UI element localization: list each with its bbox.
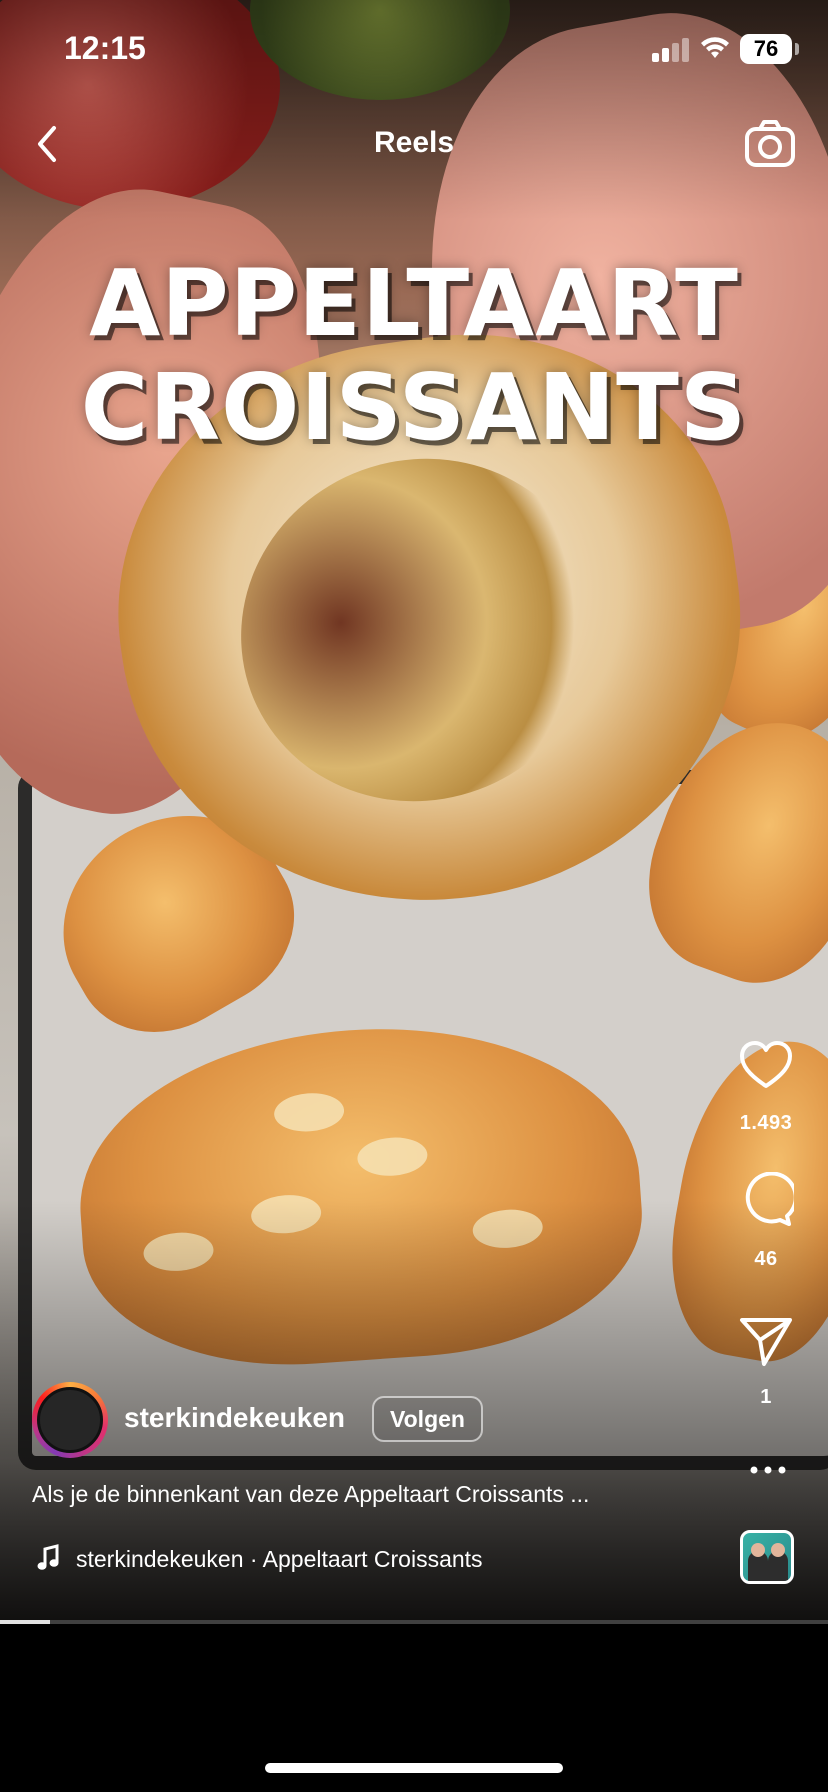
avatar[interactable] xyxy=(37,1387,103,1453)
video-overlay-title-line2: CROISSANTS xyxy=(80,354,748,461)
video-almond xyxy=(272,1090,346,1134)
battery-tip xyxy=(795,43,799,55)
reel-caption[interactable]: Als je de binnenkant van deze Appeltaart… xyxy=(32,1481,672,1508)
heart-icon[interactable] xyxy=(738,1038,794,1094)
video-overlay-title-line1: APPELTAART xyxy=(89,250,739,357)
page-title: Reels xyxy=(373,126,455,159)
more-icon[interactable] xyxy=(748,1460,788,1480)
home-indicator[interactable] xyxy=(265,1763,563,1773)
battery-icon: 76 xyxy=(740,34,792,64)
comment-icon[interactable] xyxy=(738,1172,794,1228)
audio-thumbnail[interactable] xyxy=(740,1530,794,1584)
video-progress-fill xyxy=(0,1620,50,1624)
shares-count: 1 xyxy=(760,1386,772,1408)
likes-count: 1.493 xyxy=(739,1112,793,1134)
wifi-icon xyxy=(701,37,729,58)
status-time: 12:15 xyxy=(64,30,146,66)
audio-track-label[interactable]: sterkindekeuken · Appeltaart Croissants xyxy=(76,1546,483,1573)
status-bar: 12:15 76 xyxy=(0,0,828,100)
cellular-signal-icon xyxy=(652,36,690,62)
reel-video[interactable]: APPELTAART CROISSANTS xyxy=(0,0,828,1620)
follow-button[interactable]: Volgen xyxy=(372,1396,483,1442)
music-note-icon xyxy=(37,1544,59,1570)
comments-count: 46 xyxy=(754,1248,778,1270)
camera-icon[interactable] xyxy=(744,118,796,170)
share-icon[interactable] xyxy=(738,1312,794,1368)
video-almond xyxy=(356,1135,429,1179)
video-progress-bar[interactable] xyxy=(0,1620,828,1624)
author-username[interactable]: sterkindekeuken xyxy=(124,1402,345,1434)
